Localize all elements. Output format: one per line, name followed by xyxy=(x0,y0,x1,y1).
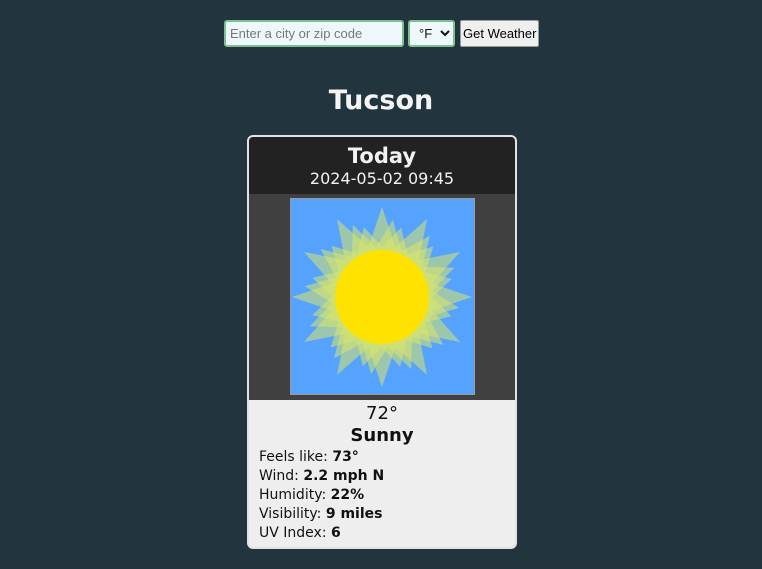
sun-core xyxy=(335,250,429,344)
condition: Sunny xyxy=(350,425,414,446)
detail-value: 9 miles xyxy=(325,506,383,522)
forecast-datetime: 2024-05-02 09:45 xyxy=(309,169,455,188)
detail-label: Wind: xyxy=(259,468,299,484)
detail-label: UV Index: xyxy=(259,525,327,541)
detail-uv-index: UV Index: 6 xyxy=(259,524,505,543)
detail-wind: Wind: 2.2 mph N xyxy=(259,467,505,486)
detail-visibility: Visibility: 9 miles xyxy=(259,505,505,524)
city-title: Tucson xyxy=(328,85,434,116)
detail-label: Humidity: xyxy=(259,487,327,503)
detail-label: Visibility: xyxy=(259,506,322,522)
card-header: Today 2024-05-02 09:45 xyxy=(249,137,515,194)
sunny-icon xyxy=(290,198,475,395)
get-weather-button[interactable]: Get Weather xyxy=(460,20,539,47)
forecast-day: Today xyxy=(347,144,417,168)
weather-image-frame xyxy=(249,194,515,400)
forecast-card: Today 2024-05-02 09:45 72° Sunny Feels l… xyxy=(247,135,517,549)
detail-humidity: Humidity: 22% xyxy=(259,486,505,505)
search-bar: °F °C Get Weather xyxy=(224,20,539,47)
detail-value: 22% xyxy=(330,487,365,503)
unit-select[interactable]: °F °C xyxy=(408,20,455,47)
detail-feels-like: Feels like: 73° xyxy=(259,448,505,467)
detail-value: 73° xyxy=(332,449,359,465)
detail-value: 6 xyxy=(331,525,341,541)
card-body: 72° Sunny Feels like: 73° Wind: 2.2 mph … xyxy=(249,400,515,543)
detail-label: Feels like: xyxy=(259,449,328,465)
temperature: 72° xyxy=(366,403,398,424)
city-search-input[interactable] xyxy=(224,20,404,47)
detail-value: 2.2 mph N xyxy=(303,468,385,484)
